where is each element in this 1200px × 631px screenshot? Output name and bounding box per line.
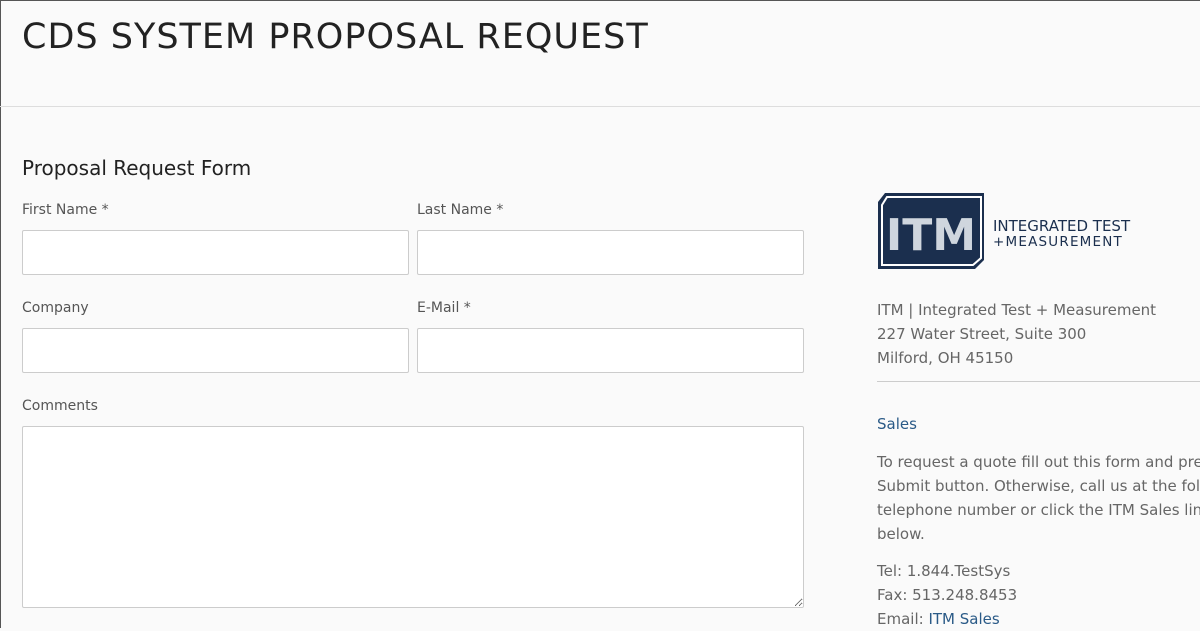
itm-sales-link[interactable]: ITM Sales [928,610,999,628]
first-name-input[interactable] [22,230,409,275]
page-title: CDS SYSTEM PROPOSAL REQUEST [22,17,649,57]
itm-logo-mark: ITM INTEGRATED TEST +MEASUREMENT [878,193,1131,269]
email-input[interactable] [417,328,804,373]
logo-line1: INTEGRATED TEST [993,217,1131,235]
sales-text-line: below. [877,525,925,543]
company-input[interactable] [22,328,409,373]
tel-line: Tel: 1.844.TestSys [877,562,1011,580]
form-title: Proposal Request Form [22,156,252,180]
contact-info: Tel: 1.844.TestSys Fax: 513.248.8453 Ema… [877,559,1017,631]
address-line: 227 Water Street, Suite 300 [877,325,1087,343]
address-line: Milford, OH 45150 [877,349,1014,367]
last-name-input[interactable] [417,230,804,275]
company-address: ITM | Integrated Test + Measurement 227 … [877,298,1156,370]
first-name-label: First Name * [22,202,109,218]
sidebar-divider [877,381,1200,382]
comments-textarea[interactable] [22,426,804,608]
sales-text-line: telephone number or click the ITM Sales … [877,501,1200,519]
sales-heading: Sales [877,415,917,433]
company-label: Company [22,300,89,316]
fax-line: Fax: 513.248.8453 [877,586,1018,604]
sales-text-line: To request a quote fill out this form an… [877,453,1200,471]
sidebar: ITM INTEGRATED TEST +MEASUREMENT ITM | I… [877,0,1200,628]
email-line: Email: ITM Sales [877,607,1017,631]
logo-line2: +MEASUREMENT [993,234,1123,250]
email-label: E-Mail * [417,300,471,316]
comments-label: Comments [22,398,98,414]
sales-description: To request a quote fill out this form an… [877,450,1200,546]
email-line-label: Email: [877,610,929,628]
itm-logo: ITM INTEGRATED TEST +MEASUREMENT [877,192,1152,274]
logo-mark-text: ITM [886,210,976,261]
address-line: ITM | Integrated Test + Measurement [877,301,1157,319]
last-name-label: Last Name * [417,202,504,218]
sales-text-line: Submit button. Otherwise, call us at the… [877,477,1200,495]
